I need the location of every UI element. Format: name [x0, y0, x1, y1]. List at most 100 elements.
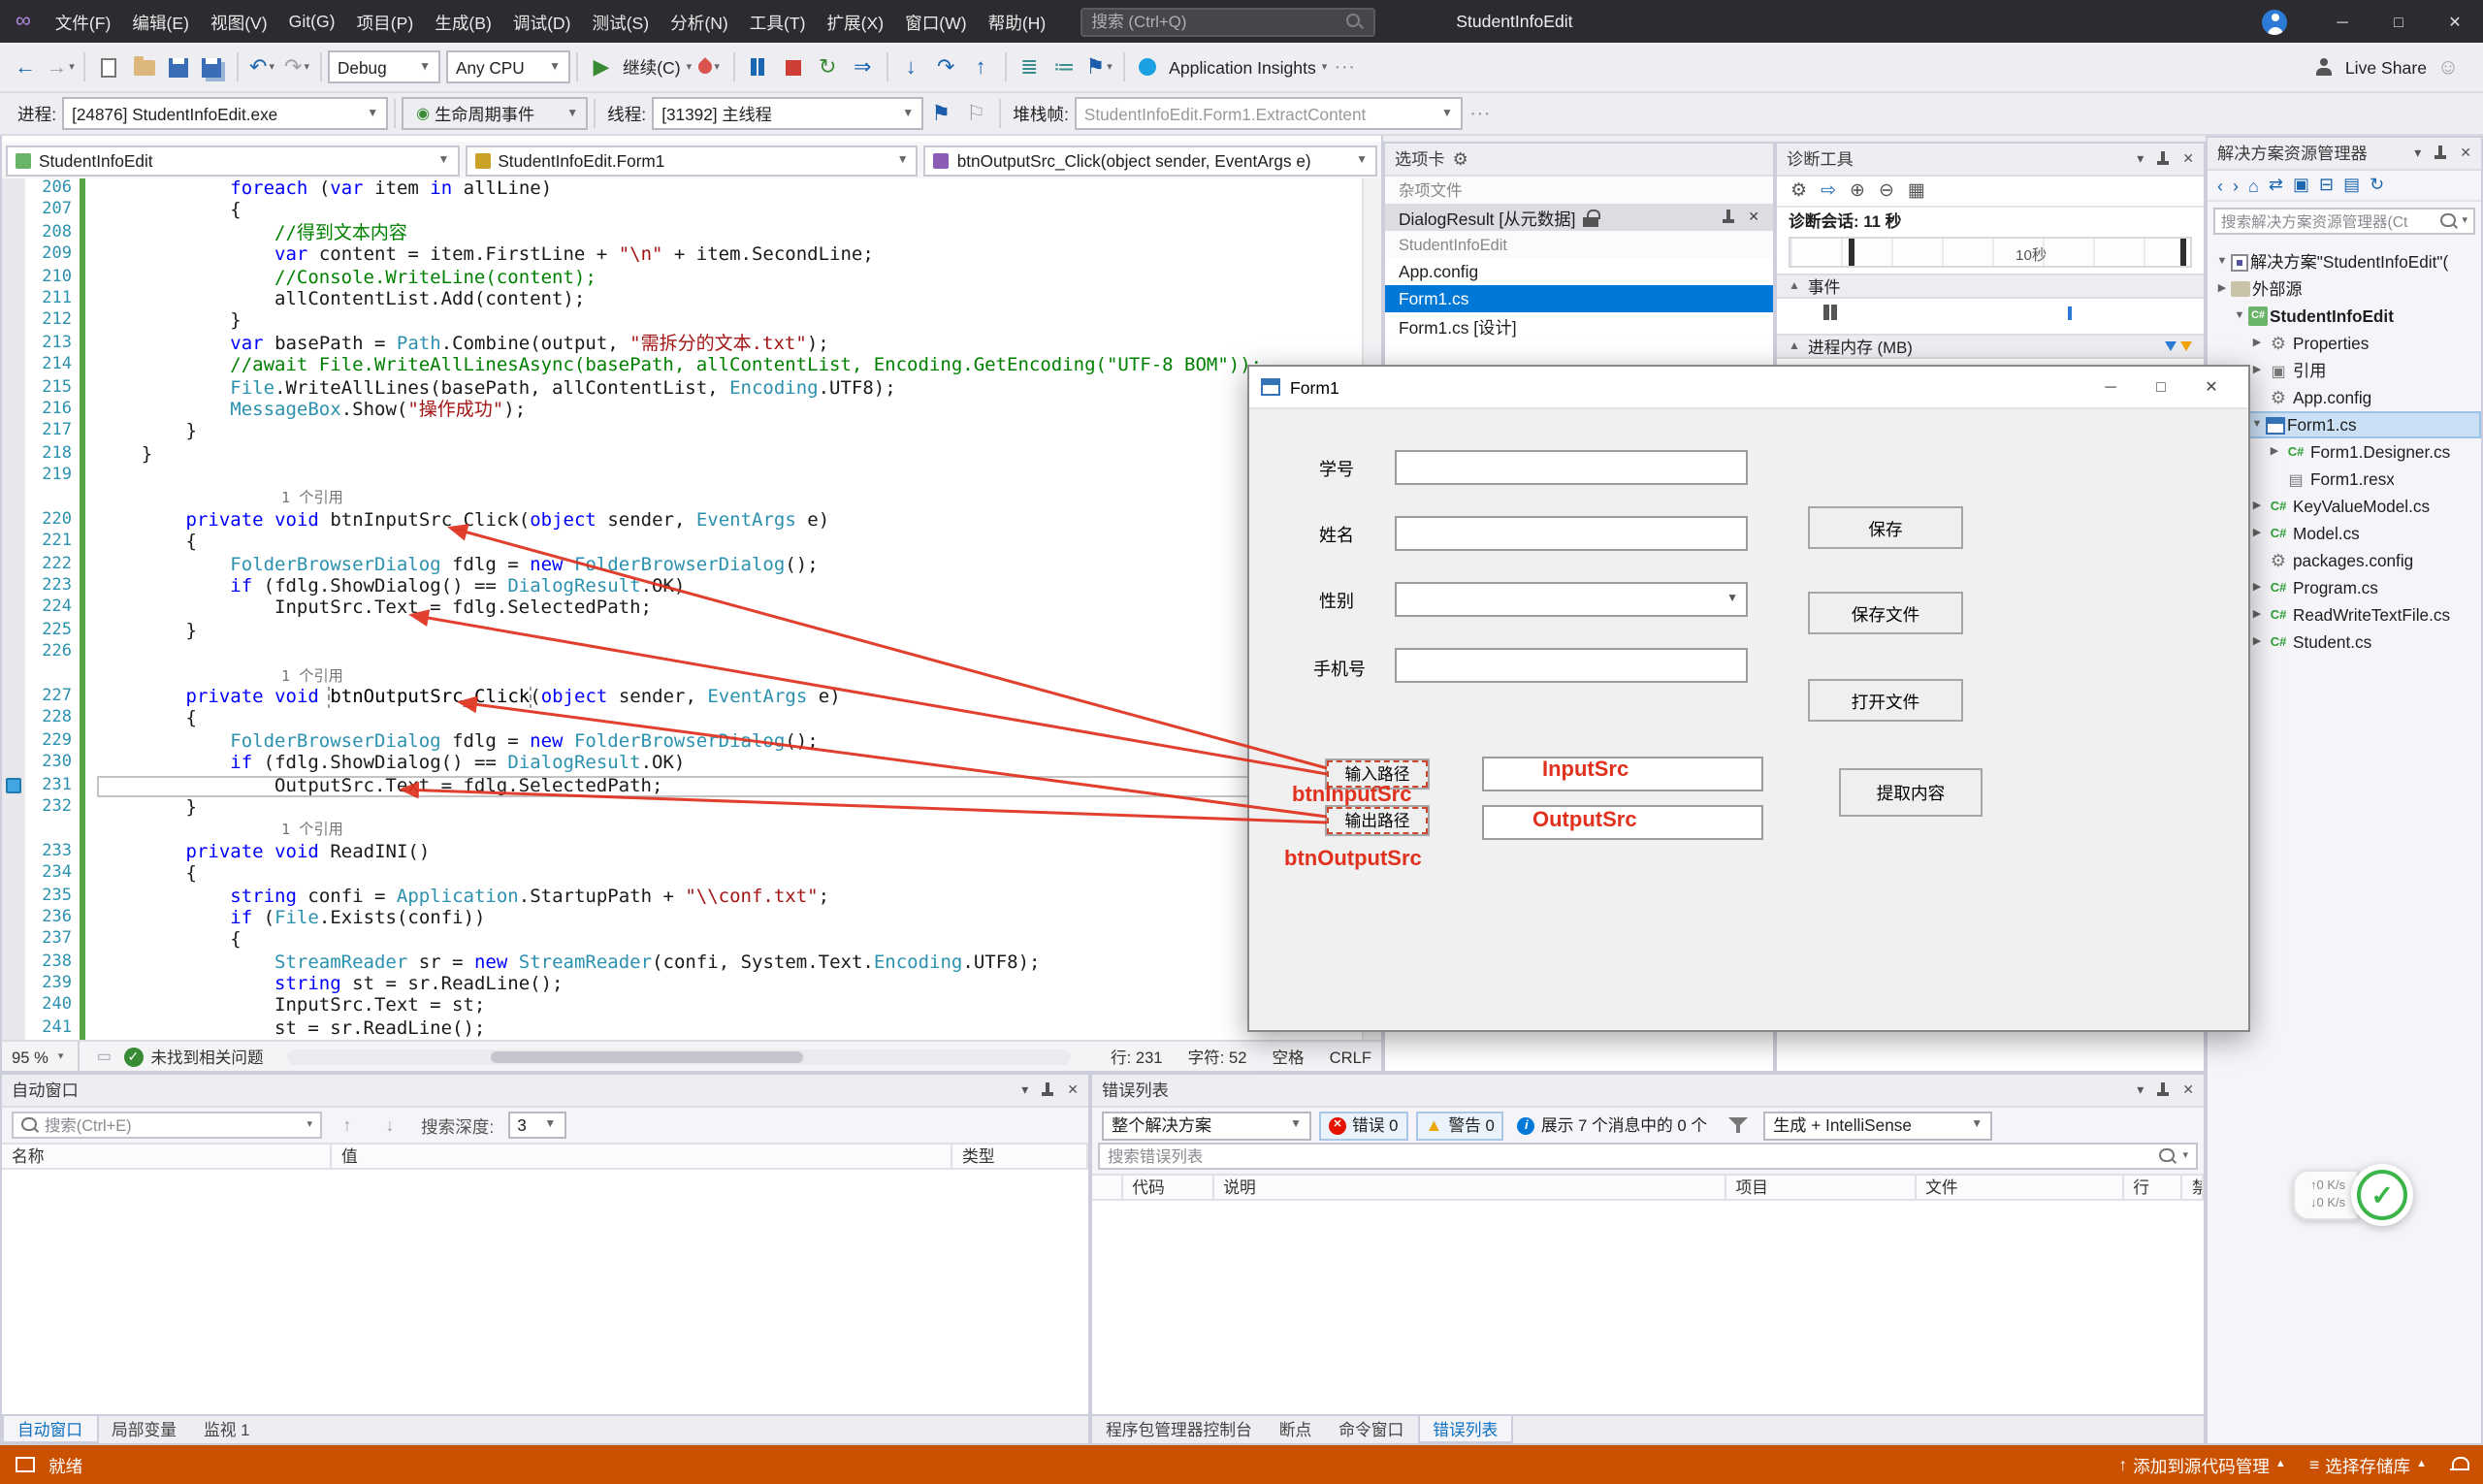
debugbar-overflow-icon[interactable]: ⋯ [1465, 96, 1496, 131]
document-tab[interactable]: Form1.cs [设计] [1385, 312, 1773, 339]
solution-configuration-select[interactable]: Debug▼ [328, 50, 440, 83]
name-input[interactable] [1395, 516, 1748, 551]
save-icon[interactable] [163, 49, 194, 84]
code-health-icon[interactable]: ✓ [123, 1047, 143, 1066]
events-section-header[interactable]: ▲ 事件 [1777, 274, 2204, 299]
menu-item[interactable]: 生成(B) [424, 9, 502, 34]
flag-outline-icon[interactable]: ⚐ [960, 96, 991, 131]
search-up-icon[interactable]: ↑ [332, 1108, 363, 1143]
step-into-icon[interactable]: ↓ [895, 49, 926, 84]
code-line[interactable]: 225 } [2, 621, 1362, 643]
show-all-files-icon[interactable]: ▤ [2343, 175, 2360, 196]
new-file-icon[interactable] [93, 49, 124, 84]
line-structure-icon[interactable]: ≔ [1048, 49, 1080, 84]
refresh-icon[interactable]: ↻ [2370, 175, 2384, 196]
code-line[interactable]: 226 [2, 642, 1362, 664]
document-tab[interactable]: DialogResult [从元数据]✕ [1385, 204, 1773, 231]
tree-item[interactable]: ▼解决方案"StudentInfoEdit"( [2208, 248, 2481, 275]
events-track[interactable] [1777, 299, 2204, 328]
input-src-textbox[interactable] [1482, 757, 1763, 791]
warnings-filter-button[interactable]: ▲警告 0 [1416, 1111, 1504, 1140]
code-line[interactable]: 231 OutputSrc.Text = fdlg.SelectedPath; [2, 775, 1362, 797]
close-icon[interactable]: ✕ [1748, 210, 1759, 225]
add-to-source-control-button[interactable]: ↑添加到源代码管理▲ [2118, 1452, 2286, 1477]
collapse-icon[interactable]: ▲ [1789, 340, 1800, 352]
code-line[interactable]: 208 //得到文本内容 [2, 223, 1362, 245]
code-line[interactable]: 229 FolderBrowserDialog fdlg = new Folde… [2, 731, 1362, 754]
output-path-button[interactable]: 输出路径 [1325, 805, 1430, 836]
search-options-icon[interactable]: ▾ [2462, 215, 2467, 227]
speed-monitor-widget[interactable]: ↑0 K/s ↓0 K/s ✓ [2293, 1164, 2413, 1226]
output-src-textbox[interactable] [1482, 805, 1763, 840]
save-file-button[interactable]: 保存文件 [1808, 592, 1963, 634]
document-outline-icon[interactable]: ≣ [1014, 49, 1045, 84]
code-line[interactable]: 241 st = sr.ReadLine(); [2, 1018, 1362, 1040]
code-line[interactable]: 221 { [2, 532, 1362, 555]
code-line[interactable]: 235 string confi = Application.StartupPa… [2, 886, 1362, 908]
editor-horizontal-scrollbar[interactable] [287, 1048, 1070, 1064]
window-position-icon[interactable]: ▾ [2414, 145, 2421, 161]
expander-icon[interactable]: ▶ [2266, 446, 2283, 458]
close-icon[interactable]: ✕ [2460, 145, 2471, 161]
continue-label[interactable]: 继续(C) [623, 54, 681, 80]
column-header[interactable] [1092, 1176, 1122, 1199]
project-dropdown[interactable]: StudentInfoEdit▼ [6, 145, 459, 176]
column-header[interactable]: 行 [2123, 1176, 2182, 1199]
code-line[interactable]: 239 string st = sr.ReadLine(); [2, 974, 1362, 996]
code-line[interactable]: 217 } [2, 422, 1362, 444]
error-scope-select[interactable]: 整个解决方案▼ [1102, 1111, 1311, 1140]
hot-reload-icon[interactable]: ▾ [693, 49, 725, 84]
stop-debugging-icon[interactable] [777, 49, 808, 84]
expander-icon[interactable]: ▶ [2248, 636, 2266, 648]
navigate-back-icon[interactable]: ← [10, 49, 41, 84]
undo-icon[interactable]: ↶▾ [246, 49, 277, 84]
code-line[interactable]: 232 } [2, 797, 1362, 820]
search-depth-select[interactable]: 3▼ [507, 1112, 565, 1139]
split-view-icon[interactable]: ▭ [94, 1045, 113, 1068]
column-header[interactable]: 说明 [1213, 1176, 1725, 1199]
code-line[interactable]: 230 if (fdlg.ShowDialog() == DialogResul… [2, 753, 1362, 775]
zoom-in-icon[interactable]: ⊕ [1850, 180, 1865, 202]
application-insights-label[interactable]: Application Insights [1169, 57, 1316, 77]
menu-item[interactable]: 视图(V) [200, 9, 278, 34]
tabs-panel-header[interactable]: 选项卡 ⚙ [1385, 144, 1773, 177]
break-all-icon[interactable] [742, 49, 773, 84]
error-search-input[interactable]: 搜索错误列表 ▾ [1098, 1143, 2198, 1170]
solution-explorer-header[interactable]: 解决方案资源管理器 ▾ ✕ [2208, 138, 2481, 171]
line-ending-indicator[interactable]: CRLF [1330, 1047, 1371, 1066]
menu-item[interactable]: 窗口(W) [894, 9, 978, 34]
code-line[interactable]: 236 if (File.Exists(confi)) [2, 908, 1362, 930]
menu-item[interactable]: 文件(F) [45, 9, 122, 34]
show-next-statement-icon[interactable]: ⇒ [847, 49, 878, 84]
student-id-input[interactable] [1395, 450, 1748, 485]
codelens-references[interactable]: 1 个引用 [281, 666, 343, 684]
notifications-bell-icon[interactable] [2450, 1456, 2467, 1473]
continue-dropdown-icon[interactable]: ▾ [687, 61, 693, 73]
column-header[interactable]: 代码 [1122, 1176, 1213, 1199]
caret-line-indicator[interactable]: 行: 231 [1111, 1045, 1163, 1068]
expander-icon[interactable]: ▶ [2248, 609, 2266, 621]
expander-icon[interactable]: ▼ [2213, 256, 2231, 268]
menu-item[interactable]: 扩展(X) [816, 9, 894, 34]
code-line[interactable]: 237 { [2, 930, 1362, 952]
diagnostics-header[interactable]: 诊断工具 ▾ ✕ [1777, 144, 2204, 177]
expander-icon[interactable]: ▶ [2213, 283, 2231, 295]
column-header[interactable]: 禁止显示状态 [2182, 1176, 2204, 1199]
pin-icon[interactable] [2433, 145, 2448, 161]
code-line[interactable]: 212 } [2, 311, 1362, 334]
bookmark-icon[interactable]: ⚑▾ [1083, 49, 1114, 84]
codelens-row[interactable]: 1 个引用 [2, 488, 1362, 510]
continue-button[interactable]: ▶ [586, 49, 617, 84]
collapse-all-icon[interactable]: ⊟ [2319, 175, 2334, 196]
pin-icon[interactable] [2155, 1082, 2171, 1098]
menu-item[interactable]: 分析(N) [660, 9, 739, 34]
menu-item[interactable]: Git(G) [278, 12, 346, 31]
extract-content-button[interactable]: 提取内容 [1839, 768, 1983, 817]
code-line[interactable]: 224 InputSrc.Text = fdlg.SelectedPath; [2, 598, 1362, 621]
select-repository-button[interactable]: ≡选择存储库▲ [2309, 1452, 2427, 1477]
code-line[interactable]: 218 } [2, 443, 1362, 466]
process-select[interactable]: [24876] StudentInfoEdit.exe▼ [62, 97, 388, 130]
tree-item[interactable]: ▶⚙Properties [2208, 330, 2481, 357]
menu-item[interactable]: 测试(S) [582, 9, 661, 34]
home-icon[interactable]: ⌂ [2248, 176, 2259, 195]
